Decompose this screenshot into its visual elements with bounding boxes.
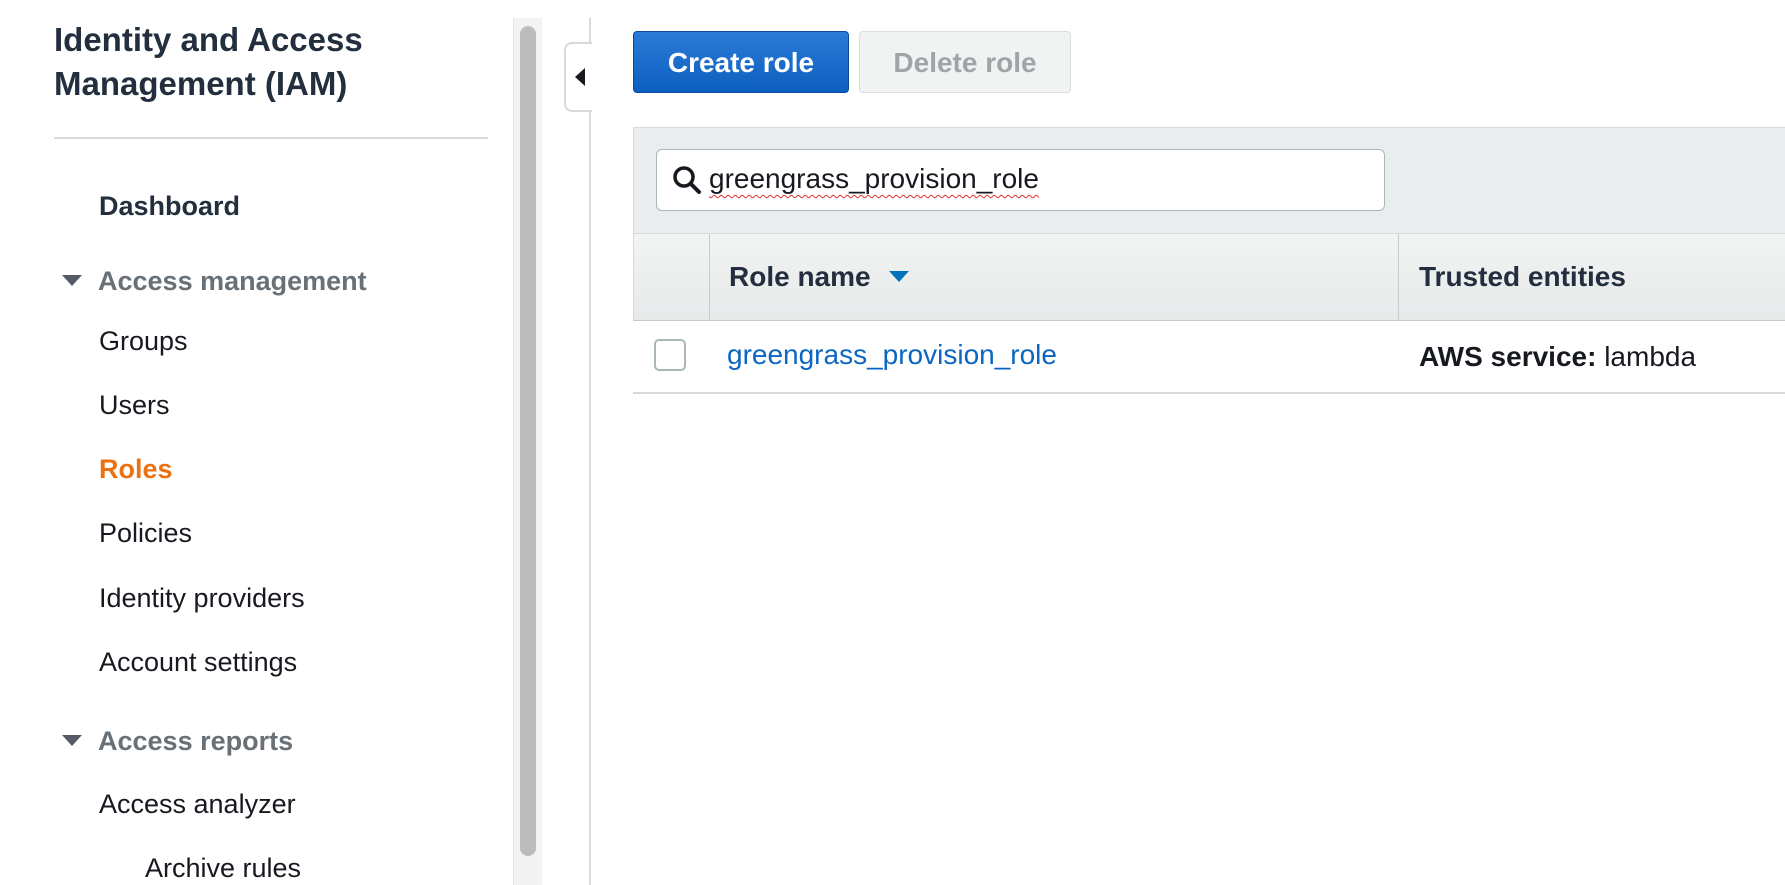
column-header-label: Role name [729, 261, 871, 292]
sidebar-title: Identity and Access Management (IAM) [54, 21, 363, 102]
column-header-role-name[interactable]: Role name [729, 260, 909, 294]
sidebar-section-label: Access reports [98, 726, 294, 756]
create-role-button[interactable]: Create role [633, 31, 849, 93]
caret-down-icon [62, 275, 82, 287]
sidebar: Identity and Access Management (IAM) Das… [0, 0, 510, 885]
sidebar-item-policies[interactable]: Policies [99, 516, 192, 550]
trusted-entities-cell: AWS service: lambda [1419, 340, 1696, 374]
column-header-trusted-entities[interactable]: Trusted entities [1419, 260, 1626, 294]
delete-role-button[interactable]: Delete role [859, 31, 1071, 93]
sidebar-item-users[interactable]: Users [99, 388, 170, 422]
search-icon [673, 166, 701, 194]
sidebar-section-label: Access management [98, 266, 367, 296]
sort-caret-icon [888, 271, 909, 283]
panel-divider [589, 18, 591, 885]
sidebar-divider [54, 137, 488, 139]
sidebar-item-access-analyzer[interactable]: Access analyzer [99, 787, 296, 821]
sidebar-item-archive-rules[interactable]: Archive rules [145, 851, 301, 885]
column-separator [709, 234, 710, 320]
trusted-entities-prefix: AWS service: [1419, 341, 1597, 372]
sidebar-item-groups[interactable]: Groups [99, 324, 188, 358]
collapse-left-icon [575, 68, 585, 86]
role-name-link[interactable]: greengrass_provision_role [727, 338, 1057, 372]
sidebar-item-identity-providers[interactable]: Identity providers [99, 581, 305, 615]
search-input[interactable]: greengrass_provision_role [656, 149, 1385, 211]
search-value[interactable]: greengrass_provision_role [709, 163, 1039, 195]
caret-down-icon [62, 735, 82, 747]
sidebar-item-account-settings[interactable]: Account settings [99, 645, 297, 679]
row-checkbox[interactable] [654, 339, 686, 371]
collapse-sidebar-button[interactable] [564, 42, 592, 112]
column-separator [1398, 234, 1399, 320]
sidebar-scrollbar-thumb[interactable] [520, 26, 536, 856]
sidebar-item-dashboard[interactable]: Dashboard [99, 189, 240, 223]
sidebar-item-roles[interactable]: Roles [99, 452, 173, 486]
sidebar-section-access-reports[interactable]: Access reports [62, 724, 293, 758]
sidebar-section-access-management[interactable]: Access management [62, 264, 367, 298]
trusted-entities-value: lambda [1604, 341, 1697, 372]
